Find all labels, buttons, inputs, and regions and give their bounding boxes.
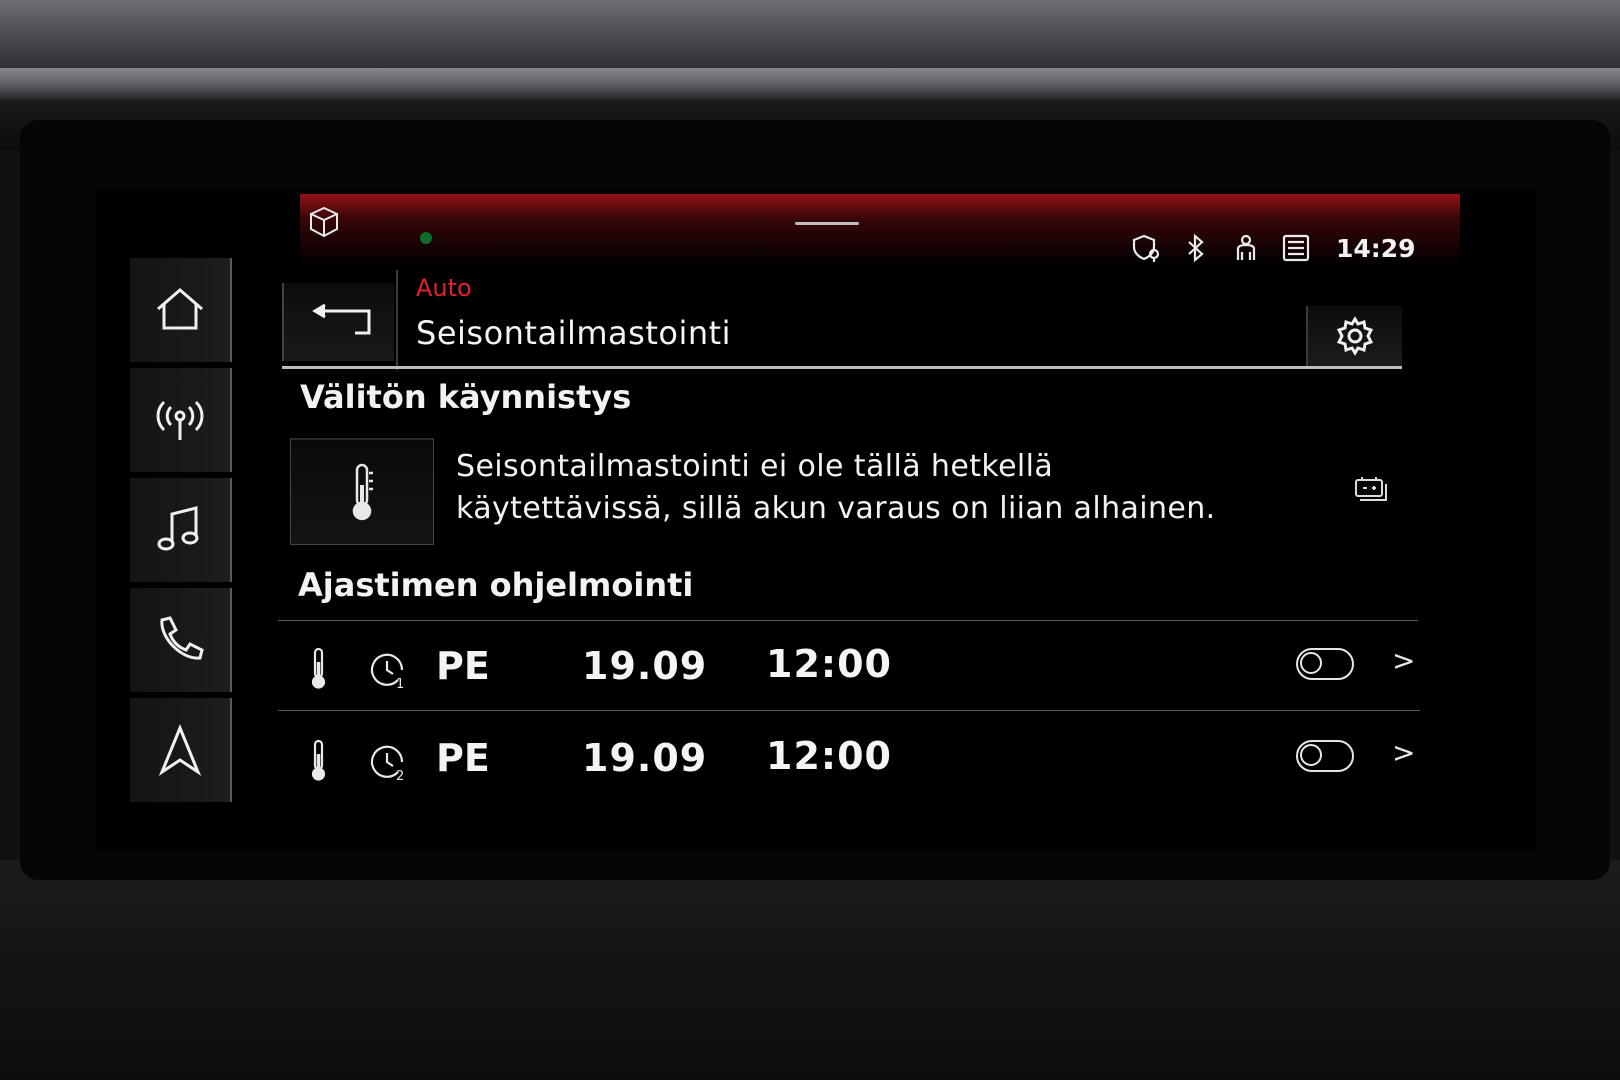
- row-divider: [278, 710, 1420, 711]
- immediate-start-button[interactable]: [290, 438, 434, 545]
- timer-toggle[interactable]: [1296, 740, 1354, 772]
- timer-number: 2: [396, 769, 404, 782]
- chevron-right-icon[interactable]: >: [1392, 644, 1415, 677]
- cube-icon[interactable]: [307, 205, 341, 239]
- timer-time: 12:00: [766, 642, 892, 686]
- nav-radio[interactable]: [130, 368, 232, 472]
- navigation-arrow-icon: [158, 724, 202, 776]
- status-clock: 14:29: [1336, 233, 1416, 263]
- side-navigation: [130, 258, 235, 808]
- timer-time: 12:00: [766, 734, 892, 778]
- nav-home[interactable]: [130, 258, 232, 362]
- header-divider: [282, 366, 1402, 369]
- toggle-knob: [1300, 652, 1322, 674]
- back-button[interactable]: [282, 283, 394, 361]
- page-header: Auto Seisontailmastointi: [396, 270, 1304, 370]
- immediate-start-heading: Välitön käynnistys: [300, 378, 632, 416]
- nav-media[interactable]: [130, 478, 232, 582]
- status-indicator-dot: [420, 232, 432, 244]
- nav-navigation[interactable]: [130, 698, 232, 802]
- phone-icon: [160, 616, 204, 660]
- music-note-icon: [157, 506, 199, 551]
- person-icon: [1236, 234, 1256, 260]
- page-title: Seisontailmastointi: [416, 314, 732, 352]
- timer-number: 1: [396, 677, 404, 690]
- message-line-2: käytettävissä, sillä akun varaus on liia…: [456, 491, 1216, 526]
- timer-row-2[interactable]: 2 PE 19.09 12:00 >: [300, 728, 1420, 798]
- chevron-right-icon[interactable]: >: [1392, 736, 1415, 769]
- radio-antenna-icon: [156, 400, 204, 440]
- timer-row-1[interactable]: 1 PE 19.09 12:00 >: [300, 636, 1420, 706]
- gear-icon: [1336, 316, 1374, 356]
- bluetooth-icon: [1188, 233, 1204, 263]
- dashboard-bottom: [0, 860, 1620, 1080]
- message-line-1: Seisontailmastointi ei ole tällä hetkell…: [456, 449, 1054, 484]
- thermometer-icon: [311, 647, 326, 689]
- thermometer-icon: [352, 463, 373, 521]
- pull-down-handle[interactable]: [795, 222, 859, 225]
- toggle-knob: [1300, 744, 1322, 766]
- shield-pin-icon: [1132, 234, 1160, 262]
- timer-programming-heading: Ajastimen ohjelmointi: [298, 566, 694, 604]
- dashboard-trim: [0, 68, 1620, 100]
- thermometer-icon: [311, 739, 326, 781]
- unavailable-message: Seisontailmastointi ei ole tällä hetkell…: [456, 446, 1316, 530]
- timer-date: 19.09: [582, 644, 708, 688]
- timer-clock-icon: 2: [370, 745, 404, 782]
- nav-phone[interactable]: [130, 588, 232, 692]
- timer-toggle[interactable]: [1296, 648, 1354, 680]
- back-arrow-icon: [312, 303, 371, 335]
- settings-button[interactable]: [1306, 306, 1402, 366]
- battery-icon: [1355, 477, 1387, 501]
- traffic-sign-icon: [1282, 234, 1310, 262]
- home-icon: [157, 288, 203, 330]
- status-icons: 14:29: [1130, 228, 1416, 268]
- timer-clock-icon: 1: [370, 653, 404, 690]
- timer-date: 19.09: [582, 736, 708, 780]
- breadcrumb[interactable]: Auto: [416, 274, 472, 302]
- timer-day: PE: [436, 644, 490, 688]
- row-divider: [278, 620, 1418, 621]
- timer-day: PE: [436, 736, 490, 780]
